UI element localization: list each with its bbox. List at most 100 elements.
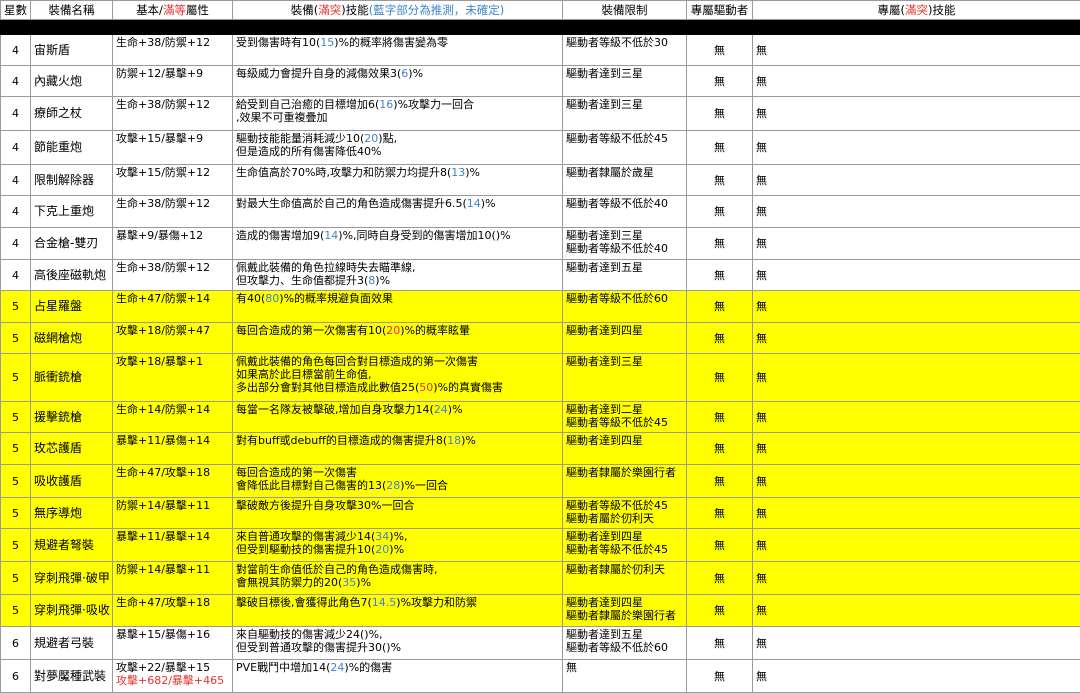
stat-cell: 防禦+14/暴擊+11: [113, 498, 233, 529]
star-cell: 4: [1, 66, 31, 97]
table-row: 5穿刺飛彈·破甲防禦+14/暴擊+11對當前生命值低於自己的角色造成傷害時,會無…: [1, 562, 1080, 595]
skill-max: 35: [342, 576, 356, 589]
skill-cell: 造成的傷害增加9(14)%,同時自身受到的傷害增加10()%: [233, 228, 563, 260]
limit-line: 驅動者達到四星: [566, 324, 683, 337]
skill-cell: 擊破敵方後提升自身攻擊30%一回合: [233, 498, 563, 529]
skill-max: 24: [434, 403, 448, 416]
stat-cell: 暴擊+15/暴傷+16: [113, 627, 233, 660]
exclusive-skill-cell: 無: [753, 562, 1080, 595]
skill-before: 每當一名隊友被擊破,增加自身攻擊力14(: [236, 403, 434, 416]
skill-before: 但受到普通攻擊的傷害提升30()%: [236, 641, 401, 654]
stat-cell: 生命+38/防禦+12: [113, 97, 233, 131]
equipment-name: 合金槍-雙刃: [31, 228, 113, 260]
exclusive-skill-cell: 無: [753, 627, 1080, 660]
star-cell: 5: [1, 402, 31, 433]
equipment-name: 節能重炮: [31, 131, 113, 165]
exclusive-skill-cell: 無: [753, 498, 1080, 529]
star-cell: 5: [1, 498, 31, 529]
skill-cell: 來自驅動技的傷害減少24()%,但受到普通攻擊的傷害提升30()%: [233, 627, 563, 660]
limit-cell: 驅動者達到五星: [563, 260, 687, 291]
stat-text: 攻擊+22/暴擊+15: [116, 661, 229, 674]
equipment-name: 療師之杖: [31, 97, 113, 131]
skill-before: 造成的傷害增加9(: [236, 229, 324, 242]
skill-before: 生命值高於70%時,攻擊力和防禦力均提升8(: [236, 166, 451, 179]
limit-line: 無: [566, 661, 683, 674]
exclusive-skill-cell: 無: [753, 433, 1080, 465]
exclusive-skill-cell: 無: [753, 97, 1080, 131]
table-row: 4內藏火炮防禦+12/暴擊+9每級威力會提升自身的減傷效果3(6)%驅動者達到三…: [1, 66, 1080, 97]
equipment-name: 穿刺飛彈·吸收: [31, 595, 113, 627]
table-row: 5穿刺飛彈·吸收生命+47/攻擊+18擊破目標後,會獲得此角色7(14.5)%攻…: [1, 595, 1080, 627]
skill-max: 20: [386, 324, 400, 337]
limit-line: 驅動者達到五星: [566, 628, 683, 641]
skill-line: 有40(80)%的概率規避負面效果: [236, 292, 559, 305]
stat-text: 攻擊+15/暴擊+9: [116, 132, 229, 145]
skill-max: 14.5: [372, 596, 397, 609]
skill-before: 會降低此目標對自己傷害的13(: [236, 479, 386, 492]
skill-after: )%,同時自身受到的傷害增加10()%: [338, 229, 510, 242]
skill-line: 來自驅動技的傷害減少24()%,: [236, 628, 559, 641]
skill-before: 但受到驅動技的傷害提升10(: [236, 543, 375, 556]
limit-cell: 驅動者達到四星: [563, 433, 687, 465]
limit-cell: 驅動者達到三星驅動者等級不低於40: [563, 228, 687, 260]
limit-line: 驅動者達到四星: [566, 434, 683, 447]
skill-after: )%: [481, 197, 496, 210]
table-row: 6對夢魘種武裝攻擊+22/暴擊+15攻擊+682/暴擊+465PVE戰鬥中增加1…: [1, 660, 1080, 693]
star-cell: 4: [1, 165, 31, 196]
limit-line: 驅動者隸屬於歲星: [566, 166, 683, 179]
skill-after: )%: [408, 67, 423, 80]
driver-cell: 無: [687, 228, 753, 260]
exclusive-skill-cell: 無: [753, 165, 1080, 196]
limit-line: 驅動者等級不低於45: [566, 132, 683, 145]
stat-text: 暴擊+15/暴傷+16: [116, 628, 229, 641]
skill-after: )%攻擊力一回合: [393, 98, 474, 111]
stat-text: 防禦+12/暴擊+9: [116, 67, 229, 80]
skill-before: 如果高於此目標當前生命值,: [236, 368, 372, 381]
skill-before: 佩戴此裝備的角色每回合對目標造成的第一次傷害: [236, 355, 478, 368]
exclusive-skill-cell: 無: [753, 196, 1080, 228]
limit-cell: 驅動者隸屬於樂園行者: [563, 465, 687, 498]
skill-line: 每級威力會提升自身的減傷效果3(6)%: [236, 67, 559, 80]
equipment-name: 限制解除器: [31, 165, 113, 196]
skill-cell: 每級威力會提升自身的減傷效果3(6)%: [233, 66, 563, 97]
equipment-name: 高後座磁軌炮: [31, 260, 113, 291]
skill-line: 每回合造成的第一次傷害有10(20)%的概率眩暈: [236, 324, 559, 337]
exclusive-skill-cell: 無: [753, 323, 1080, 354]
skill-max: 15: [320, 36, 334, 49]
equipment-name: 玫芯護盾: [31, 433, 113, 465]
limit-line: 驅動者達到三星: [566, 67, 683, 80]
stat-text: 生命+38/防禦+12: [116, 98, 229, 111]
table-row: 5占星羅盤生命+47/防禦+14有40(80)%的概率規避負面效果驅動者等級不低…: [1, 291, 1080, 323]
star-cell: 6: [1, 627, 31, 660]
limit-line: 驅動者隸屬於樂園行者: [566, 466, 683, 479]
limit-cell: 驅動者達到三星: [563, 354, 687, 402]
skill-max: 80: [265, 292, 279, 305]
skill-max: 14: [324, 229, 338, 242]
limit-cell: 無: [563, 660, 687, 693]
skill-after: )%的真實傷害: [433, 381, 503, 394]
star-cell: 5: [1, 354, 31, 402]
skill-cell: 每回合造成的第一次傷害有10(20)%的概率眩暈: [233, 323, 563, 354]
limit-line: 驅動者等級不低於40: [566, 242, 683, 255]
skill-line: 造成的傷害增加9(14)%,同時自身受到的傷害增加10()%: [236, 229, 559, 242]
skill-cell: 驅動技能能量消耗減少10(20)點,但是造成的所有傷害降低40%: [233, 131, 563, 165]
table-row: 5規避者弩裝暴擊+11/暴擊+14來自普通攻擊的傷害減少14(34)%,但受到驅…: [1, 529, 1080, 562]
star-cell: 4: [1, 131, 31, 165]
driver-cell: 無: [687, 402, 753, 433]
stat-text: 暴擊+9/暴傷+12: [116, 229, 229, 242]
star-cell: 5: [1, 433, 31, 465]
star-cell: 5: [1, 465, 31, 498]
skill-max: 18: [447, 434, 461, 447]
header-name: 裝備名稱: [31, 1, 113, 20]
skill-before: 來自驅動技的傷害減少24()%,: [236, 628, 383, 641]
skill-before: 對當前生命值低於自己的角色造成傷害時,: [236, 563, 438, 576]
skill-before: 對最大生命值高於自己的角色造成傷害提升6.5(: [236, 197, 467, 210]
skill-before: 每級威力會提升自身的減傷效果3(: [236, 67, 401, 80]
equipment-name: 下克上重炮: [31, 196, 113, 228]
skill-line: 對有buff或debuff的目標造成的傷害提升8(18)%: [236, 434, 559, 447]
skill-max: 28: [386, 479, 400, 492]
driver-cell: 無: [687, 433, 753, 465]
skill-cell: PVE戰鬥中增加14(24)%的傷害: [233, 660, 563, 693]
stat-text: 攻擊+18/暴擊+1: [116, 355, 229, 368]
exclusive-skill-cell: 無: [753, 260, 1080, 291]
